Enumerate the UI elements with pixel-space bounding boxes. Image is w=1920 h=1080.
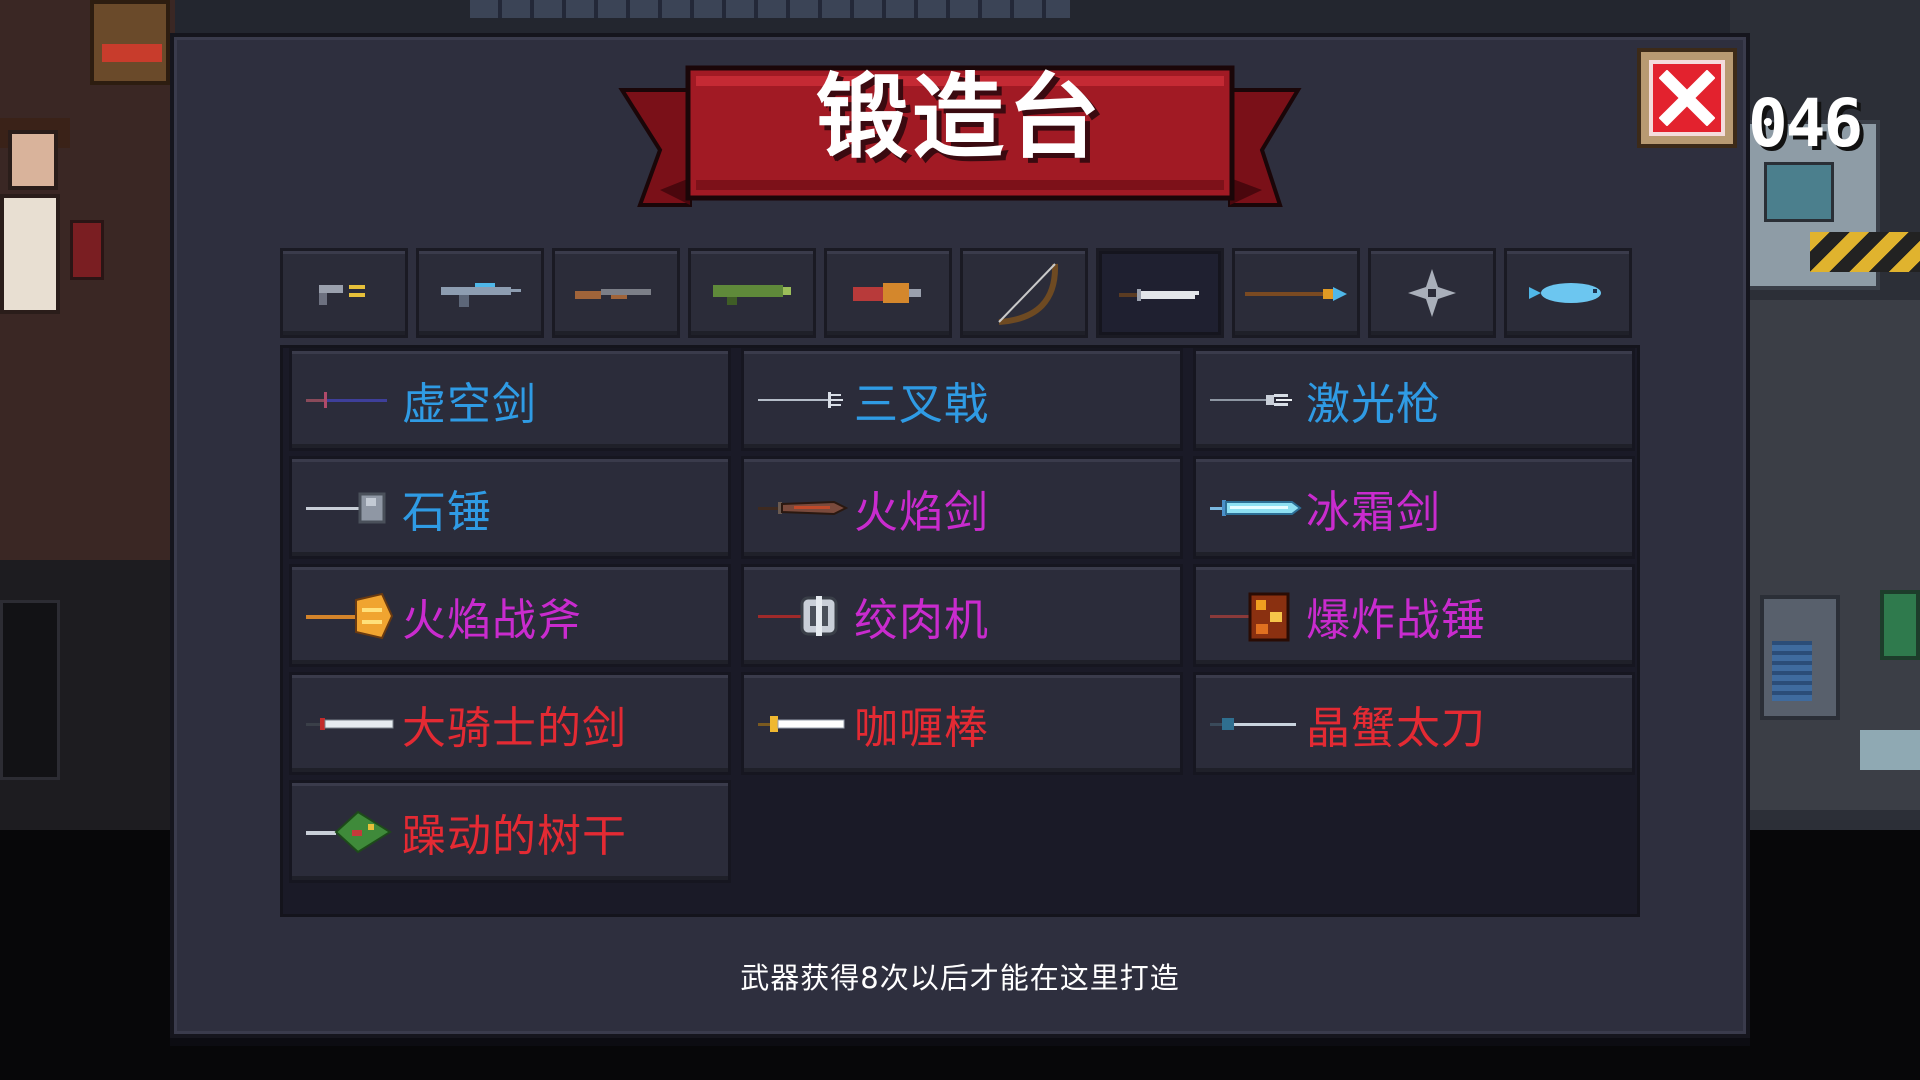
hazard-stripe (1810, 232, 1920, 272)
pipe (1860, 730, 1920, 770)
tab-spear[interactable] (1232, 248, 1360, 338)
spear-icon (1245, 287, 1347, 301)
flame-sword-icon (758, 500, 849, 515)
weapon-category-tabs (280, 248, 1640, 338)
weapon-name: 爆炸战锤 (1306, 594, 1486, 646)
weapon-item-crystal-katana[interactable]: 晶蟹太刀 (1193, 672, 1635, 775)
weapon-item-flame-axe[interactable]: 火焰战斧 (289, 564, 731, 667)
weapon-name: 虚空剑 (402, 378, 537, 430)
top-wall-tiles (470, 0, 1070, 18)
pistol-icon (319, 285, 365, 305)
meat-grinder-icon (758, 595, 838, 636)
tab-heavy[interactable] (824, 248, 952, 338)
sword-icon (1119, 289, 1199, 301)
tab-melee[interactable] (1096, 248, 1224, 338)
tab-pistol[interactable] (280, 248, 408, 338)
weapon-name: 三叉戟 (854, 378, 989, 430)
weapon-item-knight-sword[interactable]: 大骑士的剑 (289, 672, 731, 775)
weapon-item-void-sword[interactable]: 虚空剑 (289, 348, 731, 451)
weapon-name: 躁动的树干 (402, 810, 627, 862)
weapon-name: 咖喱棒 (854, 702, 989, 754)
close-x-icon (1659, 70, 1715, 126)
weapon-name: 晶蟹太刀 (1306, 702, 1486, 754)
fish-icon (1529, 283, 1601, 303)
laser-spear-icon (1210, 393, 1292, 406)
right-locker (1760, 595, 1840, 720)
tab-shotgun[interactable] (552, 248, 680, 338)
frost-sword-icon (1210, 499, 1302, 516)
tab-bow[interactable] (960, 248, 1088, 338)
weapon-item-explosive-hammer[interactable]: 爆炸战锤 (1193, 564, 1635, 667)
explosive-hammer-icon (1210, 592, 1290, 641)
weapon-item-trident[interactable]: 三叉戟 (741, 348, 1183, 451)
stone-hammer-icon (306, 492, 386, 523)
shuriken-icon (1408, 269, 1456, 317)
tree-trunk-icon (306, 810, 392, 853)
weapon-item-stone-hammer[interactable]: 石锤 (289, 456, 731, 559)
weapon-name: 激光枪 (1306, 378, 1441, 430)
weapon-name: 火焰剑 (854, 486, 989, 538)
weapon-item-frost-sword[interactable]: 冰霜剑 (1193, 456, 1635, 559)
npc-character (0, 118, 110, 330)
weapon-name: 石锤 (402, 486, 492, 538)
panel-title: 锻造台 (815, 64, 1104, 171)
knight-sword-icon (306, 717, 394, 730)
dark-pillar (0, 600, 60, 780)
weapon-name: 绞肉机 (854, 594, 989, 646)
launcher-icon (713, 285, 791, 305)
shotgun-icon (575, 289, 651, 299)
void-sword-icon (306, 391, 387, 408)
flame-axe-icon (306, 592, 394, 639)
weapon-list: 虚空剑 三叉戟 激光枪 石锤 火焰剑 冰霜剑 火焰战斧 绞肉机 爆炸战锤 大骑士… (280, 345, 1640, 917)
weapon-item-laser-spear[interactable]: 激光枪 (1193, 348, 1635, 451)
rifle-icon (441, 283, 521, 307)
trident-icon (758, 391, 843, 408)
weapon-item-tree-trunk[interactable]: 躁动的树干 (289, 780, 731, 883)
tab-throwing[interactable] (1368, 248, 1496, 338)
bow-icon (998, 263, 1059, 325)
heavy-gun-icon (853, 283, 921, 303)
gem-counter: 046 (1748, 85, 1863, 162)
wooden-crate (90, 0, 170, 85)
weapon-item-excalibur[interactable]: 咖喱棒 (741, 672, 1183, 775)
tab-launcher[interactable] (688, 248, 816, 338)
tab-rifle[interactable] (416, 248, 544, 338)
weapon-item-flame-sword[interactable]: 火焰剑 (741, 456, 1183, 559)
weapon-name: 火焰战斧 (402, 594, 582, 646)
close-button[interactable] (1637, 48, 1737, 148)
forge-requirement-note: 武器获得8次以后才能在这里打造 (740, 961, 1180, 995)
weapon-name: 冰霜剑 (1306, 486, 1441, 538)
crystal-katana-icon (1210, 717, 1296, 730)
green-container (1880, 590, 1920, 660)
weapon-name: 大骑士的剑 (402, 702, 627, 754)
weapon-item-meat-grinder[interactable]: 绞肉机 (741, 564, 1183, 667)
tab-special[interactable] (1504, 248, 1632, 338)
excalibur-icon (758, 715, 845, 732)
